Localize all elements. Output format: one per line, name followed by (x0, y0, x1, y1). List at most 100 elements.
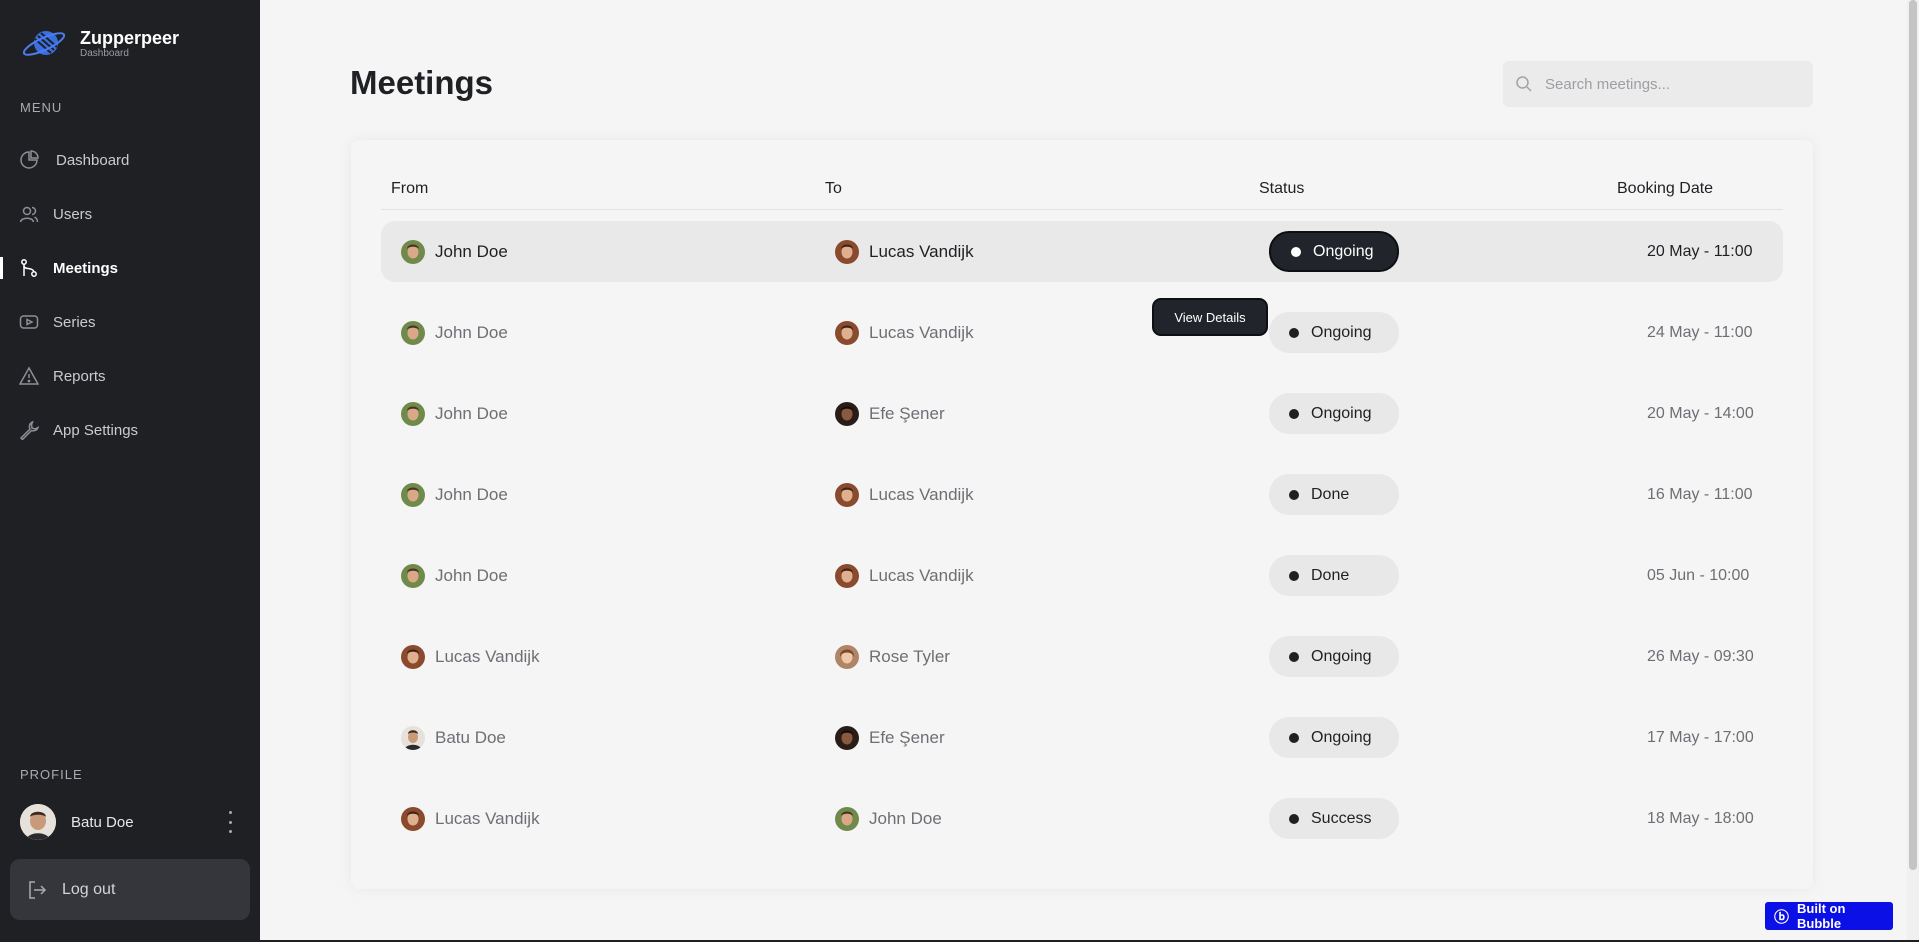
sidebar-item-label: App Settings (53, 421, 139, 439)
to-name: Rose Tyler (869, 646, 950, 666)
users-icon (18, 203, 40, 225)
meetings-table-card: From To Status Booking Date John Doe Luc… (351, 140, 1813, 889)
to-name: Lucas Vandijk (869, 322, 974, 342)
warning-icon (18, 365, 40, 387)
status-badge[interactable]: Success (1269, 798, 1399, 839)
page-title: Meetings (350, 64, 494, 101)
to-name: Efe Şener (869, 403, 945, 423)
sidebar-item-reports[interactable]: Reports (0, 349, 260, 403)
column-header-booking-date[interactable]: Booking Date (1617, 180, 1713, 198)
planet-logo-icon (22, 31, 66, 56)
search-input[interactable] (1545, 75, 1795, 93)
to-name: Efe Şener (869, 727, 945, 747)
sidebar-item-label: Series (53, 313, 96, 331)
avatar (835, 725, 859, 750)
view-details-tooltip[interactable]: View Details (1152, 298, 1268, 336)
status-badge[interactable]: Ongoing (1269, 312, 1399, 353)
column-header-to[interactable]: To (825, 180, 842, 198)
avatar (835, 401, 859, 426)
sidebar-item-app-settings[interactable]: App Settings (0, 403, 260, 457)
column-header-status[interactable]: Status (1259, 180, 1304, 198)
status-badge[interactable]: Ongoing (1269, 231, 1399, 272)
status-badge[interactable]: Ongoing (1269, 393, 1399, 434)
from-name: John Doe (435, 403, 508, 423)
pie-chart-icon (18, 149, 40, 171)
status-badge[interactable]: Ongoing (1269, 636, 1399, 677)
search-icon (1516, 76, 1532, 92)
brand-name: Zupperpeer (80, 27, 180, 48)
scrollbar-thumb[interactable] (1909, 0, 1917, 870)
status-dot (1291, 246, 1301, 257)
table-row[interactable]: John Doe Lucas Vandijk Done 16 May - 11:… (381, 464, 1783, 525)
profile[interactable]: Batu Doe (20, 803, 240, 841)
table-row[interactable]: Batu Doe Efe Şener Ongoing 17 May - 17:0… (381, 707, 1783, 768)
from-cell: John Doe (401, 221, 508, 282)
search-box[interactable] (1503, 61, 1813, 107)
avatar (835, 563, 859, 588)
status-label: Ongoing (1313, 242, 1374, 260)
to-cell: Lucas Vandijk (835, 221, 974, 282)
avatar (835, 806, 859, 831)
status-badge[interactable]: Done (1269, 474, 1399, 515)
brand[interactable]: Zupperpeer Dashboard (20, 26, 179, 60)
to-cell: Lucas Vandijk (835, 302, 974, 363)
bubble-logo-icon: ⓑ (1774, 908, 1790, 926)
profile-section-label: PROFILE (20, 767, 83, 782)
status-badge[interactable]: Done (1269, 555, 1399, 596)
scrollbar[interactable] (1907, 0, 1919, 942)
wrench-icon (18, 419, 40, 441)
table-row[interactable]: John Doe Lucas Vandijk Done 05 Jun - 10:… (381, 545, 1783, 606)
avatar (401, 806, 425, 831)
table-row[interactable]: John Doe Efe Şener Ongoing 20 May - 14:0… (381, 383, 1783, 444)
table-row[interactable]: Lucas Vandijk Rose Tyler Ongoing 26 May … (381, 626, 1783, 687)
from-cell: Lucas Vandijk (401, 626, 540, 687)
sidebar-item-label: Users (53, 205, 93, 223)
from-name: John Doe (435, 565, 508, 585)
logout-label: Log out (62, 880, 116, 898)
avatar (401, 644, 425, 669)
sidebar-item-series[interactable]: Series (0, 295, 260, 349)
booking-date: 17 May - 17:00 (1647, 728, 1754, 746)
booking-date: 20 May - 14:00 (1647, 404, 1754, 422)
sidebar: Zupperpeer Dashboard MENU Dashboard User… (0, 0, 260, 942)
table-row[interactable]: John Doe Lucas Vandijk Ongoing 20 May - … (381, 221, 1783, 282)
status-label: Success (1311, 809, 1372, 827)
status-dot (1289, 570, 1299, 581)
from-cell: John Doe (401, 464, 508, 525)
sidebar-item-dashboard[interactable]: Dashboard (0, 133, 260, 187)
status-badge[interactable]: Ongoing (1269, 717, 1399, 758)
booking-date: 24 May - 11:00 (1647, 323, 1753, 341)
status-dot (1289, 651, 1299, 662)
avatar (401, 320, 425, 345)
logout-button[interactable]: Log out (10, 859, 250, 920)
avatar (835, 239, 859, 264)
bubble-badge-label: Built on Bubble (1797, 901, 1846, 931)
from-name: Lucas Vandijk (435, 808, 540, 828)
more-options-icon[interactable] (220, 811, 240, 833)
built-on-bubble-badge[interactable]: ⓑ Built on Bubble (1765, 901, 1893, 931)
sidebar-item-users[interactable]: Users (0, 187, 260, 241)
to-cell: Lucas Vandijk (835, 545, 974, 606)
sidebar-item-meetings[interactable]: Meetings (0, 241, 260, 295)
status-label: Done (1311, 566, 1350, 584)
sidebar-item-label: Dashboard (56, 151, 130, 169)
logout-icon (29, 880, 47, 899)
table-row[interactable]: John Doe Lucas Vandijk Ongoing 24 May - … (381, 302, 1783, 363)
status-label: Ongoing (1311, 323, 1372, 341)
profile-name: Batu Doe (71, 813, 134, 831)
table-row[interactable]: Lucas Vandijk John Doe Success 18 May - … (381, 788, 1783, 849)
avatar (401, 401, 425, 426)
column-header-from[interactable]: From (391, 180, 428, 198)
to-name: Lucas Vandijk (869, 484, 974, 504)
booking-date: 20 May - 11:00 (1647, 242, 1753, 260)
to-cell: Lucas Vandijk (835, 464, 974, 525)
status-dot (1289, 813, 1299, 824)
from-name: John Doe (435, 322, 508, 342)
status-label: Ongoing (1311, 728, 1372, 746)
sidebar-nav: Dashboard Users Meetings Series Reports (0, 133, 260, 457)
from-name: John Doe (435, 484, 508, 504)
git-branch-icon (18, 257, 40, 279)
status-label: Ongoing (1311, 404, 1372, 422)
avatar (835, 320, 859, 345)
avatar (401, 482, 425, 507)
